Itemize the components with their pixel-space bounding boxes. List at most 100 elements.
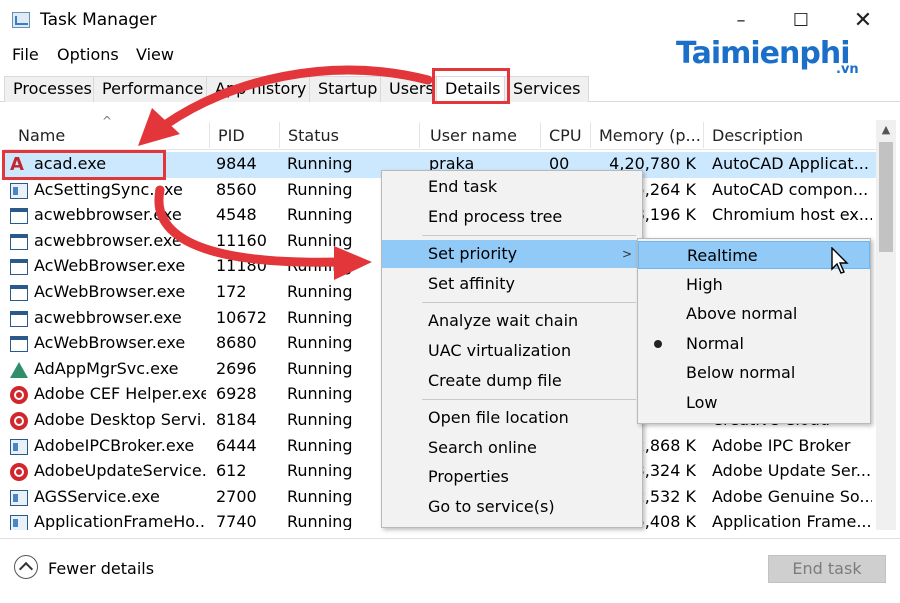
column-divider[interactable] xyxy=(209,122,210,148)
tab-processes[interactable]: Processes xyxy=(4,76,101,102)
sort-ascending-icon: ^ xyxy=(102,114,113,128)
cell-name: AcWebBrowser.exe xyxy=(34,282,186,301)
priority-option-label: Low xyxy=(686,393,718,412)
cell-name: Adobe CEF Helper.exe xyxy=(34,384,206,404)
cell-description: Application Frame... xyxy=(712,512,872,530)
column-header-row: Name ^ PID Status User name CPU Memory (… xyxy=(4,114,876,150)
fewer-details-link[interactable]: Fewer details xyxy=(48,559,154,578)
context-menu-item[interactable]: Open file location xyxy=(382,404,642,432)
cell-description: Adobe Genuine So... xyxy=(712,486,872,506)
cell-pid: 8560 xyxy=(216,179,257,199)
tab-app-history[interactable]: App history xyxy=(206,76,316,102)
context-menu-item-label: Set priority xyxy=(428,244,518,264)
priority-option-label: High xyxy=(686,274,723,294)
column-divider[interactable] xyxy=(419,122,420,148)
end-task-button[interactable]: End task xyxy=(768,555,886,583)
collapse-up-icon[interactable] xyxy=(14,555,38,579)
scrollbar-thumb[interactable] xyxy=(879,142,893,252)
column-status[interactable]: Status xyxy=(288,126,339,145)
cell-name: acwebbrowser.exe xyxy=(34,307,182,327)
menu-view[interactable]: View xyxy=(136,45,174,64)
context-menu-item[interactable]: Create dump file xyxy=(382,367,642,395)
task-manager-icon xyxy=(12,12,30,28)
context-menu-item[interactable]: Set priority > xyxy=(382,240,642,269)
context-menu-item[interactable]: Set affinity xyxy=(382,270,642,298)
context-menu: End task End process tree Set priority > Set… xyxy=(381,170,643,528)
column-memory[interactable]: Memory (p... xyxy=(599,126,701,145)
mouse-cursor-icon xyxy=(831,247,849,274)
vertical-scrollbar[interactable]: ▲ xyxy=(876,120,896,530)
app-icon xyxy=(10,438,28,455)
close-button[interactable]: ✕ xyxy=(840,4,886,38)
menu-file[interactable]: File xyxy=(12,45,39,64)
footer: Fewer details End task xyxy=(0,538,900,603)
context-menu-item[interactable]: UAC virtualization xyxy=(382,337,642,365)
window-icon xyxy=(10,336,28,353)
context-menu-item[interactable]: End process tree xyxy=(382,203,642,231)
menu-separator xyxy=(422,235,636,237)
cell-pid: 6444 xyxy=(216,435,257,455)
column-name[interactable]: Name xyxy=(18,126,65,145)
context-menu-item-label: Create dump file xyxy=(428,370,562,390)
context-menu-item-label: UAC virtualization xyxy=(428,341,572,360)
cell-pid: 9844 xyxy=(216,154,257,173)
column-divider[interactable] xyxy=(279,122,280,148)
column-cpu[interactable]: CPU xyxy=(549,126,582,145)
cell-description: AutoCAD Applicat... xyxy=(712,154,869,173)
app-icon xyxy=(10,515,28,530)
context-menu-item[interactable]: End task xyxy=(382,173,642,201)
minimize-button[interactable]: – xyxy=(718,4,764,38)
priority-option[interactable]: Low xyxy=(638,389,870,417)
context-menu-item-label: Properties xyxy=(428,467,509,487)
menu-separator xyxy=(422,302,636,304)
priority-option[interactable]: Above normal xyxy=(638,300,870,328)
menu-options[interactable]: Options xyxy=(57,45,119,64)
priority-option-label: Realtime xyxy=(687,246,758,265)
column-user-name[interactable]: User name xyxy=(430,126,517,145)
cell-pid: 612 xyxy=(216,461,247,481)
priority-option[interactable]: Normal xyxy=(638,330,870,358)
window-icon xyxy=(10,310,28,327)
cell-description: AutoCAD compon... xyxy=(712,179,869,199)
cell-description: Adobe Update Ser... xyxy=(712,461,872,481)
column-divider[interactable] xyxy=(590,122,591,148)
column-divider[interactable] xyxy=(540,122,541,148)
app-icon xyxy=(10,182,28,199)
tab-services[interactable]: Services xyxy=(504,76,590,102)
app-icon xyxy=(10,489,28,506)
priority-option-label: Below normal xyxy=(686,363,796,383)
cell-name: AcSettingSync.exe xyxy=(34,179,183,199)
cell-name: AGSService.exe xyxy=(34,486,160,506)
autodesk-icon xyxy=(10,361,28,378)
cell-name: AcWebBrowser.exe xyxy=(34,256,186,276)
cell-pid: 7740 xyxy=(216,512,257,530)
column-pid[interactable]: PID xyxy=(218,126,245,145)
context-menu-item-label: End process tree xyxy=(428,206,563,226)
context-menu-item[interactable]: Search online xyxy=(382,434,642,462)
maximize-button[interactable]: ☐ xyxy=(778,4,824,38)
cell-name: AdobeIPCBroker.exe xyxy=(34,435,195,455)
scroll-up-icon[interactable]: ▲ xyxy=(876,120,896,140)
window-icon xyxy=(10,233,28,250)
cell-name: acwebbrowser.exe xyxy=(34,230,182,250)
cell-name: AdAppMgrSvc.exe xyxy=(34,358,179,378)
radio-selected-icon xyxy=(654,339,662,348)
context-menu-item-label: Analyze wait chain xyxy=(428,311,579,331)
priority-option-label: Normal xyxy=(686,333,744,353)
context-menu-item[interactable]: Analyze wait chain xyxy=(382,307,642,335)
cell-pid: 4548 xyxy=(216,205,257,225)
cell-pid: 172 xyxy=(216,282,247,301)
tab-performance[interactable]: Performance xyxy=(93,76,213,102)
window-icon xyxy=(10,259,28,276)
chevron-right-icon: > xyxy=(621,247,632,262)
column-divider[interactable] xyxy=(703,122,704,148)
tab-startup[interactable]: Startup xyxy=(309,76,387,102)
column-description[interactable]: Description xyxy=(712,126,803,145)
adobe-icon xyxy=(10,412,28,430)
context-menu-item[interactable]: Go to service(s) xyxy=(382,493,642,521)
priority-option[interactable]: Below normal xyxy=(638,359,870,387)
cell-pid: 11180 xyxy=(216,256,267,276)
cell-name: AdobeUpdateService... xyxy=(34,461,206,481)
context-menu-item[interactable]: Properties xyxy=(382,463,642,491)
context-menu-item-label: End task xyxy=(428,177,498,196)
